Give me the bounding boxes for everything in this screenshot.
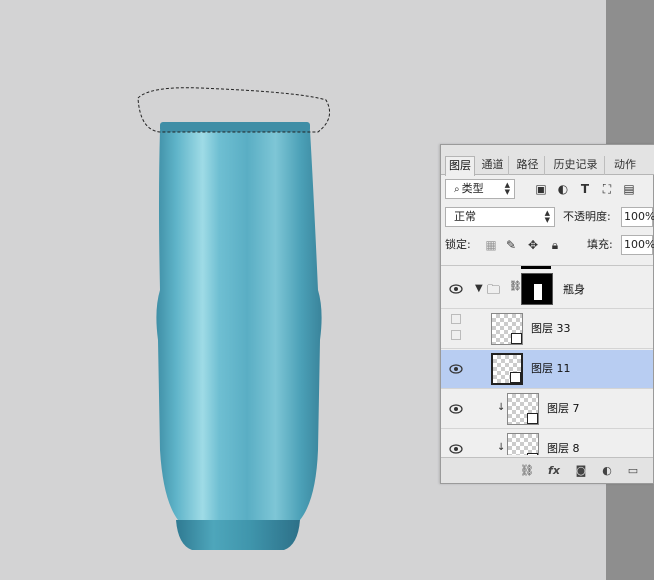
- opacity-input[interactable]: 100%: [621, 207, 654, 227]
- layers-list[interactable]: ▼ 🗀 ⛓ 瓶身 图层 33 图层 11 ↓ 图层 7 ↓ 图层 8: [441, 265, 653, 455]
- clipping-arrow-icon: ↓: [497, 402, 506, 413]
- tab-paths[interactable]: 路径: [511, 156, 545, 175]
- layers-bottom-bar: ⛓ fx ◙ ◐ ▭: [441, 457, 653, 483]
- bottle-rim: [160, 122, 310, 132]
- eye-off-box[interactable]: [451, 314, 461, 324]
- layer-row-group[interactable]: ▼ 🗀 ⛓ 瓶身: [441, 270, 653, 309]
- lock-row: 锁定: ▦ ✎ ✥ 🔒︎ 填充: 100%: [441, 233, 654, 257]
- layer-thumb: [491, 313, 523, 345]
- lock-position-icon[interactable]: ✥: [525, 237, 541, 253]
- layer-name: 图层 8: [547, 442, 580, 455]
- layer-row-7[interactable]: ↓ 图层 7: [441, 390, 653, 429]
- blend-mode-value: 正常: [454, 210, 476, 223]
- image-filter-icon[interactable]: ▣: [533, 181, 549, 197]
- lock-brush-icon[interactable]: ✎: [503, 237, 519, 253]
- opacity-label: 不透明度:: [563, 210, 611, 223]
- layer-row-8[interactable]: ↓ 图层 8: [441, 430, 653, 455]
- group-mask-thumb: [521, 273, 553, 305]
- smart-object-icon: [511, 333, 522, 344]
- eye-icon[interactable]: [449, 364, 463, 374]
- updown-arrow-icon: ▲ ▼: [504, 181, 510, 196]
- eye-icon[interactable]: [449, 444, 463, 454]
- filter-kind-select[interactable]: ⌕ 类型 ▲ ▼: [445, 179, 515, 199]
- smart-object-icon: [527, 413, 538, 424]
- blend-row: 正常 ▲ ▼ 不透明度: 100%: [441, 205, 654, 229]
- layer-name: 图层 33: [531, 322, 571, 335]
- smart-object-filter-icon[interactable]: ▤: [621, 181, 637, 197]
- layer-thumb: [491, 353, 523, 385]
- tab-layers[interactable]: 图层: [445, 156, 475, 176]
- updown-arrow-icon: ▲ ▼: [544, 209, 550, 224]
- layer-thumb: [507, 393, 539, 425]
- chain-link-icon[interactable]: ⛓: [509, 281, 522, 292]
- adjustment-filter-icon[interactable]: ◐: [555, 181, 571, 197]
- clipping-arrow-icon: ↓: [497, 442, 506, 453]
- smart-object-icon: [510, 372, 521, 383]
- blend-mode-select[interactable]: 正常 ▲ ▼: [445, 207, 555, 227]
- fill-input[interactable]: 100%: [621, 235, 654, 255]
- type-filter-icon[interactable]: T: [577, 181, 593, 197]
- folder-icon[interactable]: ▭: [625, 463, 641, 479]
- link-icon[interactable]: ⛓: [519, 463, 535, 479]
- tab-history[interactable]: 历史记录: [547, 156, 605, 175]
- search-icon: ⌕: [454, 184, 460, 195]
- shape-filter-icon[interactable]: ⛶: [599, 181, 615, 197]
- lock-all-icon[interactable]: 🔒︎: [547, 237, 563, 253]
- layer-row-11[interactable]: 图层 11: [441, 350, 653, 389]
- layer-thumb: [507, 433, 539, 455]
- tab-actions[interactable]: 动作: [607, 156, 643, 175]
- smart-object-icon: [527, 453, 538, 455]
- lock-label: 锁定:: [445, 238, 471, 251]
- folder-icon: 🗀: [487, 283, 501, 298]
- fx-icon[interactable]: fx: [545, 463, 563, 479]
- layer-name: 图层 7: [547, 402, 580, 415]
- panel-tabs: 图层 通道 路径 历史记录 动作: [441, 145, 654, 176]
- eye-icon[interactable]: [449, 404, 463, 414]
- layer-row-33[interactable]: 图层 33: [441, 310, 653, 349]
- layer-name: 图层 11: [531, 362, 571, 375]
- layers-panel: 图层 通道 路径 历史记录 动作 ⌕ 类型 ▲ ▼ ▣ ◐ T ⛶ ▤ 正常 ▲ ▼ …: [440, 144, 654, 484]
- fill-label: 填充:: [587, 238, 613, 251]
- lock-transparent-icon[interactable]: ▦: [483, 237, 499, 253]
- bottle-body: [156, 130, 322, 520]
- filter-kind-label: 类型: [461, 182, 484, 195]
- layer-name: 瓶身: [563, 283, 585, 296]
- bottle-base: [176, 520, 300, 550]
- tab-channels[interactable]: 通道: [477, 156, 509, 175]
- mask-icon[interactable]: ◙: [573, 463, 589, 479]
- eye-icon[interactable]: [449, 284, 463, 294]
- expand-triangle-icon[interactable]: ▼: [475, 283, 483, 294]
- partial-layer-thumb: [521, 266, 551, 269]
- eye-off-box[interactable]: [451, 330, 461, 340]
- adjustment-icon[interactable]: ◐: [599, 463, 615, 479]
- filter-row: ⌕ 类型 ▲ ▼ ▣ ◐ T ⛶ ▤: [441, 177, 654, 201]
